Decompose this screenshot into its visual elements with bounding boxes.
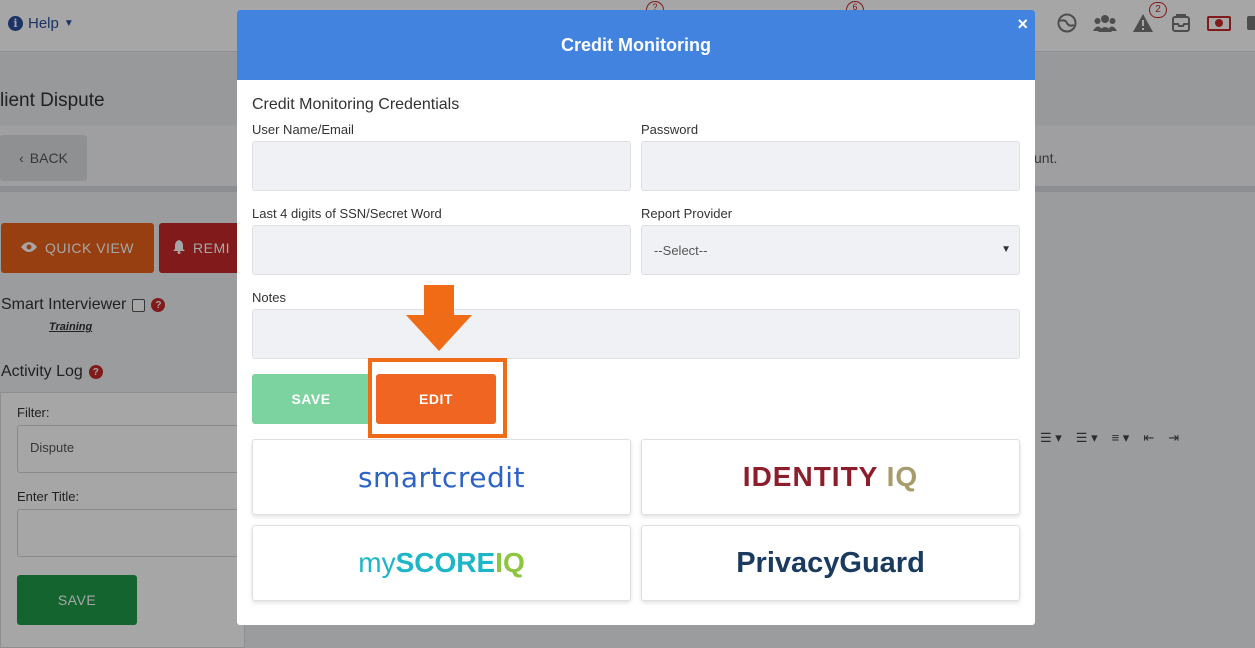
provider-privacyguard[interactable]: PrivacyGuard bbox=[641, 525, 1020, 601]
provider-identityiq[interactable]: IDENTITY IQ bbox=[641, 439, 1020, 515]
identityiq-logo: IDENTITY IQ bbox=[742, 461, 919, 492]
modal-title: Credit Monitoring bbox=[561, 34, 711, 55]
close-icon[interactable]: × bbox=[1017, 14, 1028, 34]
username-input[interactable] bbox=[252, 141, 631, 191]
password-label: Password bbox=[641, 122, 699, 137]
password-input[interactable] bbox=[641, 141, 1020, 191]
save-button[interactable]: SAVE bbox=[252, 374, 370, 424]
edit-button[interactable]: EDIT bbox=[376, 374, 496, 424]
report-provider-select[interactable]: --Select-- ▼ bbox=[641, 225, 1020, 275]
provider-smartcredit[interactable]: smartcredit bbox=[252, 439, 631, 515]
dropdown-arrow-icon: ▼ bbox=[1001, 244, 1011, 255]
provider-myscoreiq[interactable]: mySCOREIQ bbox=[252, 525, 631, 601]
privacyguard-logo: PrivacyGuard bbox=[736, 546, 925, 579]
notes-input[interactable] bbox=[252, 309, 1020, 359]
arrow-down-icon bbox=[406, 285, 472, 356]
report-provider-value: --Select-- bbox=[654, 243, 708, 258]
myscoreiq-logo: mySCOREIQ bbox=[358, 547, 525, 578]
section-title: Credit Monitoring Credentials bbox=[252, 96, 460, 113]
modal-header: Credit Monitoring × bbox=[237, 10, 1035, 80]
notes-label: Notes bbox=[252, 290, 286, 305]
username-label: User Name/Email bbox=[252, 122, 354, 137]
smartcredit-logo: smartcredit bbox=[357, 460, 526, 494]
ssn-input[interactable] bbox=[252, 225, 631, 275]
report-provider-label: Report Provider bbox=[641, 206, 733, 221]
ssn-label: Last 4 digits of SSN/Secret Word bbox=[252, 206, 442, 221]
credit-monitoring-modal: Credit Monitoring × Credit Monitoring Cr… bbox=[237, 10, 1035, 625]
